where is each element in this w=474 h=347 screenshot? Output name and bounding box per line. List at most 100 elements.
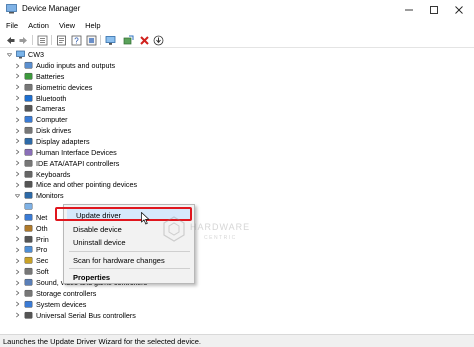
resources-icon <box>86 35 97 45</box>
display-adapter-icon <box>24 137 33 145</box>
menu-view[interactable]: View <box>54 21 80 30</box>
expand-icon[interactable] <box>14 116 21 123</box>
title-bar: Device Manager <box>0 0 474 19</box>
forward-button[interactable] <box>17 34 30 46</box>
minimize-icon <box>405 9 413 10</box>
expand-icon[interactable] <box>14 246 21 253</box>
expand-icon[interactable] <box>14 257 21 264</box>
tree-category-item[interactable]: Display adapters <box>14 136 90 147</box>
expand-icon[interactable] <box>14 225 21 232</box>
tree-item-label: Keyboards <box>36 169 71 179</box>
tree-category-item[interactable]: Soft <box>14 266 49 277</box>
tree-category-item[interactable]: Audio inputs and outputs <box>14 60 115 71</box>
tree-category-item[interactable]: Pro <box>14 244 47 255</box>
tree-root[interactable]: CW3 <box>6 49 44 60</box>
security-icon <box>24 257 33 264</box>
printer-icon <box>24 235 33 243</box>
disable-device-label: Disable device <box>73 224 122 234</box>
scan-hardware-label: Scan for hardware changes <box>73 255 165 265</box>
toolbar: ? <box>0 32 474 48</box>
tree-category-item[interactable]: Disk drives <box>14 125 71 136</box>
tree-category-item[interactable]: Keyboards <box>14 169 70 180</box>
resources-button[interactable] <box>85 34 98 46</box>
tree-category-item[interactable]: System devices <box>14 299 86 310</box>
tree-category-item[interactable]: IDE ATA/ATAPI controllers <box>14 158 119 169</box>
close-button[interactable] <box>444 0 474 19</box>
expand-icon[interactable] <box>14 214 21 221</box>
expand-icon[interactable] <box>14 181 21 188</box>
processor-icon <box>24 246 33 254</box>
audio-icon <box>24 62 33 69</box>
back-button[interactable] <box>4 34 17 46</box>
tree-category-item[interactable]: Bluetooth <box>14 93 66 104</box>
monitor-icon <box>24 192 33 199</box>
menu-action[interactable]: Action <box>23 21 54 30</box>
expand-icon[interactable] <box>14 73 21 80</box>
collapse-icon[interactable] <box>6 51 13 58</box>
tree-view-button[interactable] <box>36 34 49 46</box>
collapse-icon[interactable] <box>14 192 21 199</box>
menu-separator <box>69 268 190 269</box>
tree-category-item[interactable]: Human Interface Devices <box>14 147 117 158</box>
expand-icon[interactable] <box>14 105 21 112</box>
expand-icon[interactable] <box>14 236 21 243</box>
uninstall-icon <box>140 35 149 45</box>
properties-icon <box>57 35 66 45</box>
scan-hardware-button[interactable] <box>122 34 135 46</box>
usb-icon <box>24 311 33 319</box>
tree-child-item[interactable] <box>24 201 36 212</box>
tree-item-label: Universal Serial Bus controllers <box>36 310 136 320</box>
tree-category-item[interactable]: Biometric devices <box>14 82 92 93</box>
battery-icon <box>24 72 33 80</box>
expand-icon[interactable] <box>14 160 21 167</box>
network-icon <box>24 213 33 221</box>
tree-item-label: System devices <box>36 299 87 309</box>
tree-category-item[interactable]: Oth <box>14 223 48 234</box>
uninstall-button[interactable] <box>138 34 151 46</box>
download-driver-button[interactable] <box>152 34 165 46</box>
help-button[interactable]: ? <box>70 34 83 46</box>
tree-category-item[interactable]: Prin <box>14 234 49 245</box>
tree-category-item[interactable]: Mice and other pointing devices <box>14 179 137 190</box>
uninstall-device-label: Uninstall device <box>73 237 126 247</box>
device-tree[interactable]: CW3 Audio inputs and outputs Batteries Bio… <box>0 49 474 334</box>
tree-category-item[interactable]: Storage controllers <box>14 288 96 299</box>
menu-help[interactable]: Help <box>80 21 105 30</box>
properties-label: Properties <box>73 272 111 282</box>
tree-item-label: Display adapters <box>36 136 90 146</box>
camera-icon <box>24 105 33 112</box>
scan-hardware-menu-item[interactable]: Scan for hardware changes <box>64 254 194 266</box>
expand-icon[interactable] <box>14 279 21 286</box>
expand-icon[interactable] <box>14 95 21 102</box>
properties-menu-item[interactable]: Properties <box>64 271 194 283</box>
expand-icon[interactable] <box>14 62 21 69</box>
tree-category-item[interactable]: Monitors <box>14 190 64 201</box>
tree-category-item[interactable]: Net <box>14 212 47 223</box>
tree-item-label: Oth <box>36 223 48 233</box>
scan-hardware-icon <box>123 35 134 44</box>
expand-icon[interactable] <box>14 312 21 319</box>
tree-item-label: Computer <box>36 115 68 125</box>
menu-file[interactable]: File <box>0 21 23 30</box>
expand-icon[interactable] <box>14 301 21 308</box>
ide-icon <box>24 159 33 167</box>
tree-item-label: Human Interface Devices <box>36 147 117 157</box>
expand-icon[interactable] <box>14 127 21 134</box>
other-icon <box>24 224 33 232</box>
tree-category-item[interactable]: Batteries <box>14 71 64 82</box>
expand-icon[interactable] <box>14 149 21 156</box>
tree-category-item[interactable]: Universal Serial Bus controllers <box>14 310 136 321</box>
expand-icon[interactable] <box>14 290 21 297</box>
expand-icon[interactable] <box>14 171 21 178</box>
tree-item-label: Pro <box>36 245 48 255</box>
expand-icon[interactable] <box>14 268 21 275</box>
monitor-button[interactable] <box>104 34 117 46</box>
expand-icon[interactable] <box>14 138 21 145</box>
tree-category-item[interactable]: Sec <box>14 255 48 266</box>
tree-category-item[interactable]: Computer <box>14 114 68 125</box>
expand-icon[interactable] <box>14 84 21 91</box>
disk-icon <box>24 127 33 134</box>
tree-item-label: Biometric devices <box>36 82 93 92</box>
properties-button[interactable] <box>55 34 68 46</box>
tree-category-item[interactable]: Cameras <box>14 103 65 114</box>
